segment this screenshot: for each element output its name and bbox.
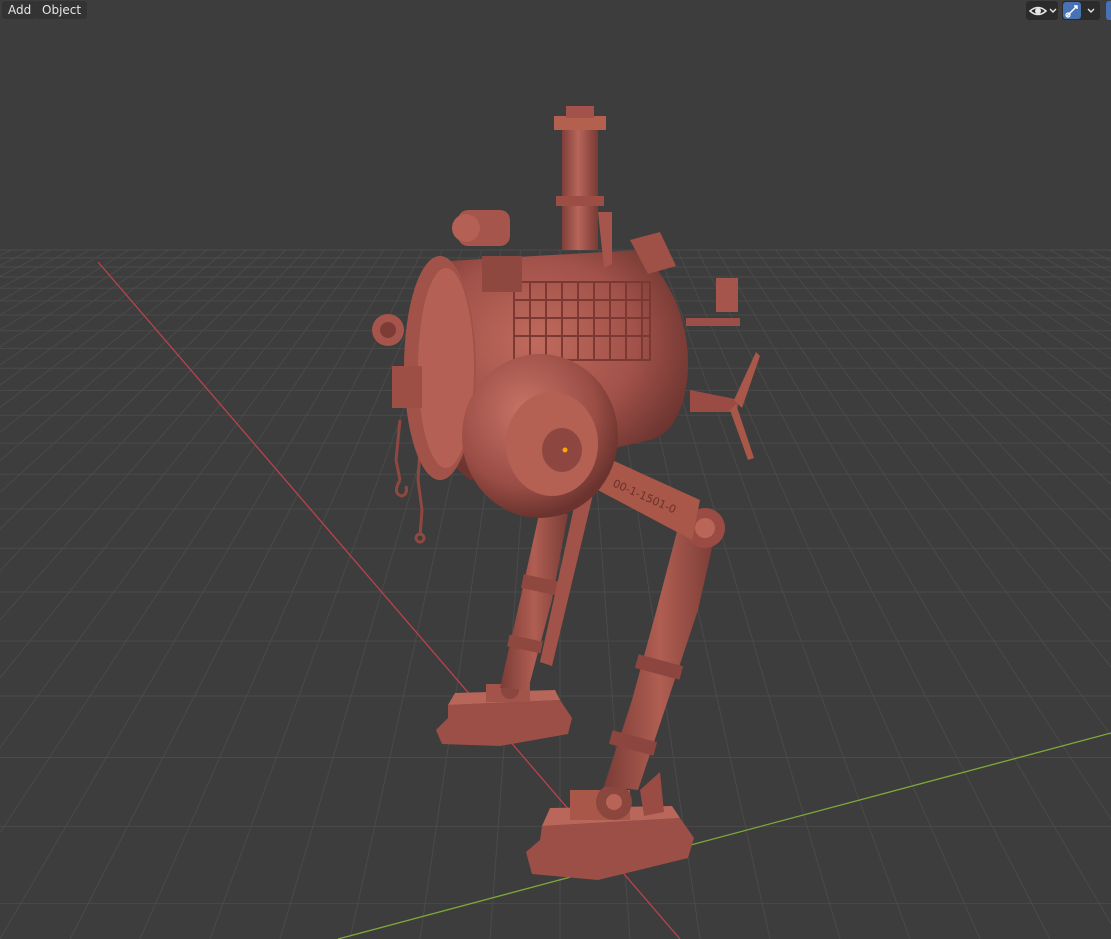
grid-line xyxy=(139,249,443,939)
robot-model[interactable]: 00-1-1501-0 xyxy=(372,106,760,880)
gizmo-toggle-button[interactable] xyxy=(1062,1,1100,20)
grid-line xyxy=(834,249,1111,521)
grid-line xyxy=(1088,249,1111,262)
grid-line xyxy=(69,249,424,939)
viewport-scene[interactable]: 00-1-1501-0 xyxy=(0,0,1111,939)
grid-line xyxy=(0,249,12,257)
grid-line xyxy=(735,249,1111,820)
grid-line xyxy=(853,249,1111,485)
chevron-down-icon xyxy=(1049,8,1057,13)
grid-line xyxy=(794,249,1111,611)
grid-line xyxy=(0,249,365,749)
grid-line xyxy=(0,249,71,289)
grid-line xyxy=(0,249,188,386)
grid-line xyxy=(912,249,1111,402)
visibility-toggle-button[interactable] xyxy=(1026,1,1058,20)
grid-line xyxy=(0,249,32,267)
grid-line xyxy=(0,249,326,621)
grid-line xyxy=(0,249,130,331)
grid-line xyxy=(892,249,1111,426)
grid-line xyxy=(0,249,385,834)
gizmo-icon xyxy=(1063,2,1081,19)
grid-line xyxy=(971,249,1111,342)
eye-icon xyxy=(1028,6,1048,15)
grid-line xyxy=(0,249,267,494)
3d-viewport[interactable]: 00-1-1501-0 Add Object xyxy=(0,0,1111,939)
grid-line xyxy=(990,249,1111,326)
grid-line xyxy=(716,249,1111,925)
grid-line xyxy=(1030,249,1111,297)
object-menu-button[interactable]: Object xyxy=(36,1,88,19)
grid-line xyxy=(0,249,286,530)
grid-line xyxy=(0,249,345,679)
add-menu-button[interactable]: Add xyxy=(2,1,38,19)
grid-line xyxy=(696,249,1051,939)
grid-line xyxy=(775,249,1111,668)
grid-line xyxy=(951,249,1111,360)
grid-line xyxy=(0,249,169,366)
grid-line xyxy=(1010,249,1111,311)
grid-line xyxy=(0,249,228,434)
smoke-stack xyxy=(554,106,612,268)
grid-line xyxy=(0,249,404,939)
side-wheel xyxy=(462,354,618,518)
grid-line xyxy=(677,249,981,939)
grid-line xyxy=(0,249,51,278)
y-axis-line xyxy=(337,732,1111,939)
overlay-toggle-button[interactable] xyxy=(1106,1,1111,20)
chevron-down-icon xyxy=(1087,8,1095,13)
